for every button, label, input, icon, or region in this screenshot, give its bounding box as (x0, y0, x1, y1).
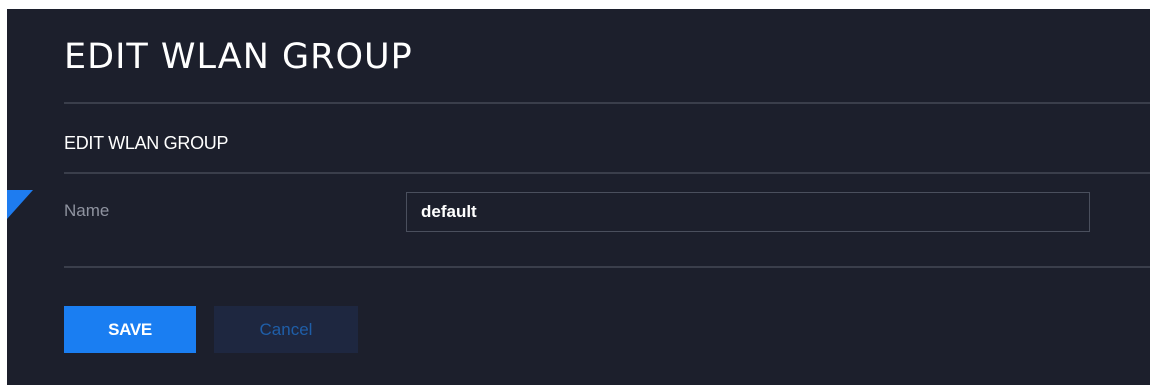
save-button[interactable]: SAVE (64, 306, 196, 353)
name-input[interactable] (406, 192, 1090, 232)
name-label: Name (64, 201, 110, 220)
cancel-button[interactable]: Cancel (214, 306, 358, 353)
form-divider (64, 266, 1150, 268)
active-indicator (7, 190, 33, 219)
section-title: EDIT WLAN GROUP (64, 133, 229, 153)
edit-wlan-group-panel: EDIT WLAN GROUP EDIT WLAN GROUP Name SAV… (7, 9, 1150, 385)
section-divider (64, 172, 1150, 174)
title-divider (64, 102, 1150, 104)
page-title: EDIT WLAN GROUP (64, 37, 413, 77)
